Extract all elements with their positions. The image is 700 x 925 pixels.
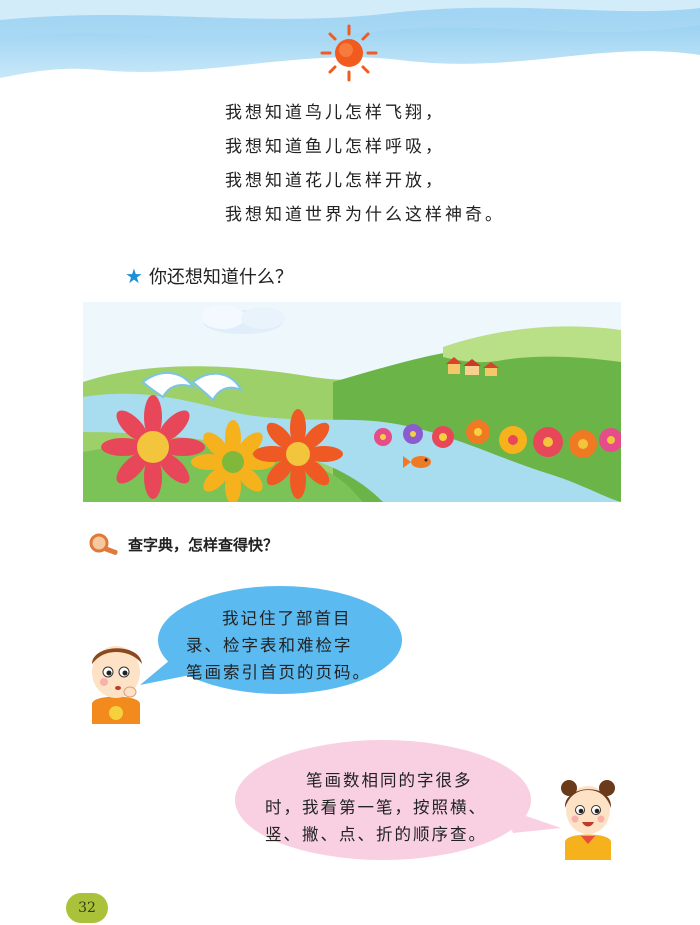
sun-icon [320,24,378,82]
landscape-illustration [83,302,621,502]
bubble-text-line: 我记住了部首目 [222,609,352,628]
star-icon: ★ [125,264,143,288]
page-number-badge: 32 [66,893,108,923]
bubble-text-line: 笔画索引首页的页码。 [186,663,371,682]
bubble-text-line: 竖、撇、点、折的顺序查。 [265,825,487,844]
poem-line: 我想知道鱼儿怎样呼吸， [225,137,445,157]
poem-line: 我想知道鸟儿怎样飞翔， [225,103,445,123]
bubble-text-line: 笔画数相同的字很多 [306,771,473,790]
question-text: 你还想知道什么？ [148,267,293,288]
poem-line: 我想知道世界为什么这样神奇。 [225,205,505,225]
magnifier-icon [89,533,118,555]
poem-line: 我想知道花儿怎样开放， [225,171,445,191]
tip-heading: 查字典，怎样查得快？ [88,532,278,556]
question-heading: ★ 你还想知道什么？ [125,263,293,289]
bubble-text-line: 录、检字表和难检字 [186,636,353,655]
bubble-text-line: 时，我看第一笔，按照横、 [265,798,487,817]
tip-text: 查字典，怎样查得快？ [128,535,279,554]
girl-character-illustration [561,780,615,860]
